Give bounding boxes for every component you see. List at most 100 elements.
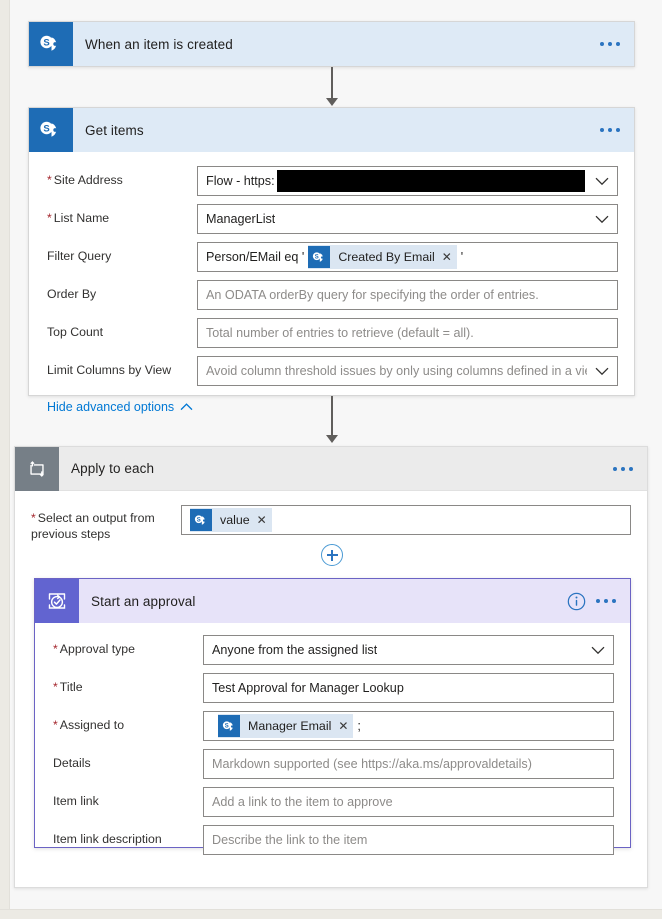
apply-to-each-title: Apply to each <box>71 461 155 476</box>
chevron-up-icon <box>180 403 193 411</box>
field-row-top-count: Top Count Total number of entries to ret… <box>29 314 634 352</box>
filter-query-input[interactable]: Person/EMail eq ' S Created By Email ✕ ' <box>197 242 618 272</box>
field-row-details: Details Markdown supported (see https://… <box>35 745 630 783</box>
dynamic-token-value[interactable]: S value ✕ <box>190 508 272 532</box>
approval-type-value: Anyone from the assigned list <box>212 643 378 657</box>
top-count-input[interactable]: Total number of entries to retrieve (def… <box>197 318 618 348</box>
item-link-description-placeholder: Describe the link to the item <box>212 833 368 847</box>
chevron-down-icon[interactable] <box>583 646 605 655</box>
sharepoint-icon: S <box>29 108 73 152</box>
dynamic-token-manager-email[interactable]: S Manager Email ✕ <box>218 714 354 738</box>
item-link-description-input[interactable]: Describe the link to the item <box>203 825 614 855</box>
apply-to-each-header[interactable]: Apply to each <box>15 446 647 491</box>
item-link-placeholder: Add a link to the item to approve <box>212 795 393 809</box>
approval-icon <box>35 579 79 623</box>
list-name-value: ManagerList <box>206 212 276 226</box>
chevron-down-icon[interactable] <box>587 177 609 186</box>
svg-text:S: S <box>224 723 228 729</box>
details-input[interactable]: Markdown supported (see https://aka.ms/a… <box>203 749 614 779</box>
sharepoint-icon: S <box>308 246 331 268</box>
svg-text:S: S <box>43 124 49 135</box>
token-remove-icon[interactable]: ✕ <box>338 719 348 733</box>
order-by-placeholder: An ODATA orderBy query for specifying th… <box>206 288 539 302</box>
field-row-order-by: Order By An ODATA orderBy query for spec… <box>29 276 634 314</box>
field-row-filter-query: Filter Query Person/EMail eq ' S Created… <box>29 238 634 276</box>
get-items-header-actions <box>600 108 634 152</box>
apply-to-each-more-menu-icon[interactable] <box>613 467 633 471</box>
token-remove-icon[interactable]: ✕ <box>257 513 267 527</box>
approval-more-menu-icon[interactable] <box>596 599 616 603</box>
item-link-input[interactable]: Add a link to the item to approve <box>203 787 614 817</box>
approval-header[interactable]: Start an approval <box>35 579 630 623</box>
site-address-dropdown[interactable]: Flow - https: <box>197 166 618 196</box>
label-site-address: * Site Address <box>47 173 123 187</box>
svg-text:S: S <box>196 517 200 523</box>
field-row-item-link: Item link Add a link to the item to appr… <box>35 783 630 821</box>
loop-icon <box>15 446 59 491</box>
field-row-approval-type: * Approval type Anyone from the assigned … <box>35 631 630 669</box>
label-approval-type: * Approval type <box>53 642 135 656</box>
field-row-limit-columns-by-view: Limit Columns by View Avoid column thres… <box>29 352 634 390</box>
field-row-list-name: * List Name ManagerList <box>29 200 634 238</box>
label-details: Details <box>53 756 91 770</box>
get-items-fields: * Site Address Flow - https: * List Name M… <box>29 152 634 428</box>
get-items-header[interactable]: S Get items <box>29 108 634 152</box>
token-label: Created By Email <box>338 250 435 264</box>
token-remove-icon[interactable]: ✕ <box>442 250 452 264</box>
svg-text:S: S <box>43 38 49 49</box>
list-name-dropdown[interactable]: ManagerList <box>197 204 618 234</box>
label-item-link: Item link <box>53 794 99 808</box>
approval-title-input[interactable]: Test Approval for Manager Lookup <box>203 673 614 703</box>
info-icon[interactable] <box>567 592 586 611</box>
chevron-down-icon[interactable] <box>587 215 609 224</box>
approval-type-dropdown[interactable]: Anyone from the assigned list <box>203 635 614 665</box>
details-placeholder: Markdown supported (see https://aka.ms/a… <box>212 757 532 771</box>
connector-getitems-to-applytoeach <box>326 396 338 446</box>
get-items-more-menu-icon[interactable] <box>600 128 620 132</box>
token-label: Manager Email <box>248 719 332 733</box>
redaction-bar <box>276 170 585 192</box>
trigger-card-header[interactable]: S When an item is created <box>29 22 634 66</box>
sharepoint-icon: S <box>29 22 73 66</box>
field-row-assigned-to: * Assigned to S Manager Email ✕ ; <box>35 707 630 745</box>
action-card-start-an-approval[interactable]: Start an approval * Approval type Anyone… <box>34 578 631 855</box>
field-row-approval-title: * Title Test Approval for Manager Lookup <box>35 669 630 707</box>
trigger-more-menu-icon[interactable] <box>600 42 620 46</box>
top-count-placeholder: Total number of entries to retrieve (def… <box>206 326 474 340</box>
label-item-link-description: Item link description <box>53 832 162 846</box>
label-approval-title: * Title <box>53 680 83 694</box>
label-filter-query: Filter Query <box>47 249 112 263</box>
approval-title-value: Test Approval for Manager Lookup <box>212 681 404 695</box>
assigned-to-input[interactable]: S Manager Email ✕ ; <box>203 711 614 741</box>
get-items-title: Get items <box>85 122 144 138</box>
sharepoint-icon: S <box>190 509 212 531</box>
select-output-input[interactable]: S value ✕ <box>181 505 631 535</box>
svg-text:S: S <box>315 254 319 260</box>
connector-trigger-to-getitems <box>326 67 338 107</box>
add-step-button[interactable] <box>321 544 343 566</box>
trigger-header-actions <box>600 22 634 66</box>
approval-fields: * Approval type Anyone from the assigned … <box>35 623 630 865</box>
label-select-output: * Select an output from previous steps <box>31 511 155 541</box>
action-card-get-items[interactable]: S Get items *Site Address Flow - https: <box>28 107 635 414</box>
dynamic-token-created-by-email[interactable]: S Created By Email ✕ <box>308 245 457 269</box>
token-label: value <box>220 513 250 527</box>
approval-title: Start an approval <box>91 593 196 609</box>
field-row-item-link-description: Item link description Describe the link … <box>35 821 630 859</box>
label-top-count: Top Count <box>47 325 104 339</box>
chevron-down-icon[interactable] <box>587 367 609 376</box>
field-row-select-output: * Select an output from previous steps S … <box>15 491 647 549</box>
label-assigned-to: * Assigned to <box>53 718 125 732</box>
label-limit-columns-by-view: Limit Columns by View <box>47 363 172 377</box>
label-order-by: Order By <box>47 287 97 301</box>
hide-advanced-options-label: Hide advanced options <box>47 400 175 414</box>
approval-header-actions <box>567 579 630 623</box>
trigger-card-when-an-item-is-created[interactable]: S When an item is created <box>28 21 635 67</box>
field-row-site-address: * Site Address Flow - https: <box>29 162 634 200</box>
site-address-value: Flow - https: <box>206 174 275 188</box>
sharepoint-icon: S <box>218 715 240 737</box>
order-by-input[interactable]: An ODATA orderBy query for specifying th… <box>197 280 618 310</box>
limit-columns-dropdown[interactable]: Avoid column threshold issues by only us… <box>197 356 618 386</box>
loop-container-apply-to-each[interactable]: Apply to each * Select an output from pre… <box>14 446 648 888</box>
filter-query-prefix: Person/EMail eq ' <box>206 250 305 264</box>
